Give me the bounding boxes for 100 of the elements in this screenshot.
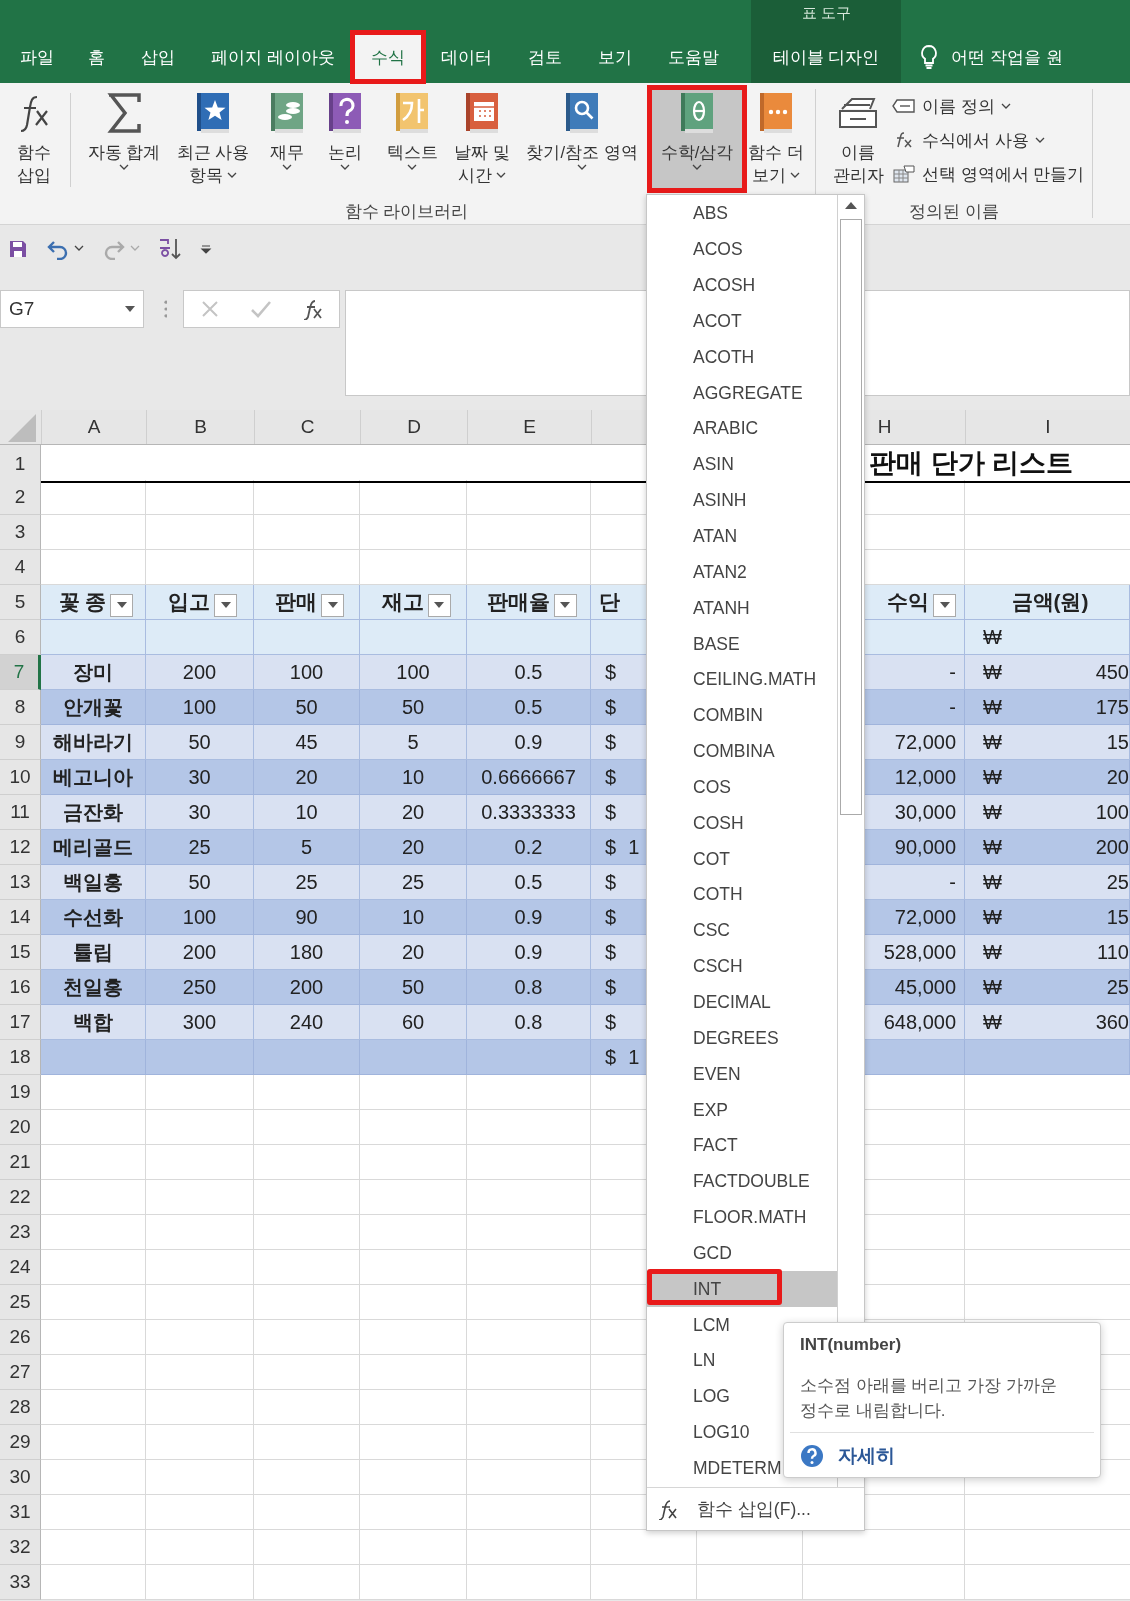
column-heading: 단 [599, 589, 620, 615]
table-cell: 베고니아 [41, 760, 146, 795]
table-cell: 장미 [41, 655, 146, 690]
table-cell: 튤립 [41, 935, 146, 970]
currency-symbol: $ [605, 730, 617, 754]
column-heading: 판매율 [486, 589, 550, 615]
table-cell: 0.9 [467, 935, 591, 970]
table-cell: 안개꽃 [41, 690, 146, 725]
table-cell: 5 [254, 830, 360, 865]
table-cell: 100 [360, 655, 467, 690]
table-cell: 백일홍 [41, 865, 146, 900]
table-cell: 300 [146, 1005, 254, 1040]
currency-symbol: $ [605, 870, 617, 894]
table-cell: 45 [254, 725, 360, 760]
ribbon-group-label: 정의된 이름 [909, 201, 999, 222]
currency-symbol: ₩ [983, 625, 1002, 649]
table-cell: 200 [146, 935, 254, 970]
table-cell: 20 [360, 795, 467, 830]
table-cell: 20 [254, 760, 360, 795]
table-cell: 25 [1106, 975, 1129, 999]
column-heading: 금액(원) [1011, 589, 1089, 615]
table-cell: 1 [628, 835, 640, 859]
table-cell: 0.9 [467, 900, 591, 935]
currency-symbol: $ [605, 695, 617, 719]
column-heading: 판매 [275, 589, 317, 615]
currency-symbol: ₩ [983, 1010, 1002, 1034]
table-cell: 180 [254, 935, 360, 970]
currency-symbol: ₩ [983, 800, 1002, 824]
currency-symbol: $ [605, 940, 617, 964]
table-cell: 0.3333333 [467, 795, 591, 830]
table-cell: 25 [360, 865, 467, 900]
tooltip-title: INT(number) [800, 1335, 902, 1355]
table-cell: 200 [1095, 835, 1129, 859]
table-cell: 110 [1097, 940, 1129, 964]
table-cell: 0.5 [467, 655, 591, 690]
table-cell: 수선화 [41, 900, 146, 935]
currency-symbol: $ [605, 905, 617, 929]
table-cell: 50 [360, 690, 467, 725]
table-cell: 메리골드 [41, 830, 146, 865]
table-cell: 25 [254, 865, 360, 900]
currency-symbol: $ [605, 660, 617, 684]
table-cell: 10 [360, 760, 467, 795]
currency-symbol: ₩ [983, 730, 1002, 754]
table-cell: 금잔화 [41, 795, 146, 830]
table-cell: 15 [1106, 905, 1129, 929]
table-cell: 360 [1095, 1010, 1129, 1034]
table-cell: 0.9 [467, 725, 591, 760]
table-cell: 50 [146, 725, 254, 760]
table-cell: 100 [146, 690, 254, 725]
table-cell: 50 [254, 690, 360, 725]
currency-symbol: ₩ [983, 695, 1002, 719]
currency-symbol: $ [605, 1045, 617, 1069]
table-cell: 175 [1095, 695, 1129, 719]
table-cell: 20 [360, 830, 467, 865]
table-cell: 0.8 [467, 970, 591, 1005]
table-cell: 60 [360, 1005, 467, 1040]
table-cell: 5 [360, 725, 467, 760]
table-cell: 1 [628, 1045, 640, 1069]
currency-symbol: ₩ [983, 975, 1002, 999]
table-cell: 백합 [41, 1005, 146, 1040]
table-cell: 250 [146, 970, 254, 1005]
table-cell: 0.5 [467, 865, 591, 900]
table-cell: 0.5 [467, 690, 591, 725]
table-cell: 해바라기 [41, 725, 146, 760]
table-cell: 200 [146, 655, 254, 690]
currency-symbol: ₩ [983, 835, 1002, 859]
table-cell: 30 [146, 760, 254, 795]
table-cell: 90 [254, 900, 360, 935]
currency-symbol: ₩ [983, 870, 1002, 894]
table-cell: 100 [1095, 800, 1129, 824]
table-cell: 50 [146, 865, 254, 900]
table-cell: 20 [360, 935, 467, 970]
table-cell: 0.6666667 [467, 760, 591, 795]
column-heading: 입고 [168, 589, 210, 615]
currency-symbol: $ [605, 1010, 617, 1034]
currency-symbol: ₩ [983, 765, 1002, 789]
table-cell: 0.2 [467, 830, 591, 865]
currency-symbol: $ [605, 835, 617, 859]
currency-symbol: $ [605, 765, 617, 789]
table-cell: 20 [1106, 765, 1129, 789]
table-cell: 100 [254, 655, 360, 690]
table-cell: 25 [146, 830, 254, 865]
table-cell: 30 [146, 795, 254, 830]
table-cell: 100 [146, 900, 254, 935]
currency-symbol: $ [605, 975, 617, 999]
tooltip-description: 소수점 아래를 버리고 가장 가까운 정수로 내림합니다. [800, 1375, 1058, 1422]
table-cell: 10 [254, 795, 360, 830]
column-heading: 수익 [887, 589, 929, 615]
currency-symbol: ₩ [983, 905, 1002, 929]
currency-symbol: ₩ [983, 940, 1002, 964]
table-cell: 15 [1106, 730, 1129, 754]
currency-symbol: ₩ [983, 660, 1002, 684]
table-cell: 10 [360, 900, 467, 935]
table-cell: 450 [1095, 660, 1129, 684]
table-cell: 50 [360, 970, 467, 1005]
contextual-group-label: 표 도구 [801, 4, 851, 23]
table-cell: 240 [254, 1005, 360, 1040]
currency-symbol: $ [605, 800, 617, 824]
table-cell: 0.8 [467, 1005, 591, 1040]
table-cell: 200 [254, 970, 360, 1005]
